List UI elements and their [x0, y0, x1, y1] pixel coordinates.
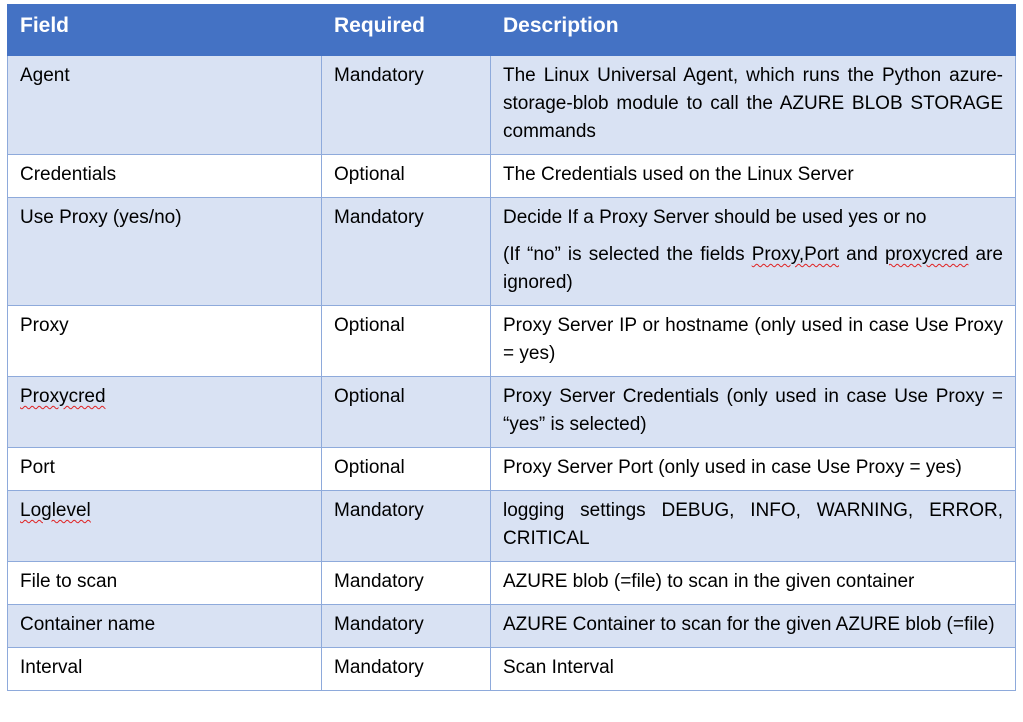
required-cell: Mandatory [321, 647, 491, 691]
required-cell: Mandatory [321, 490, 491, 562]
required-cell: Optional [321, 154, 491, 198]
field-cell: Port [7, 447, 322, 491]
required-cell: Mandatory [321, 55, 491, 155]
field-cell: Proxycred [7, 376, 322, 448]
description-cell: AZURE Container to scan for the given AZ… [490, 604, 1016, 648]
table-header: Field Required Description [7, 4, 1016, 56]
table-row: Credentials Optional The Credentials use… [7, 154, 1016, 198]
table-row: Use Proxy (yes/no) Mandatory Decide If a… [7, 197, 1016, 306]
description-cell: Scan Interval [490, 647, 1016, 691]
description-cell: Proxy Server IP or hostname (only used i… [490, 305, 1016, 377]
required-cell: Optional [321, 305, 491, 377]
required-cell: Mandatory [321, 604, 491, 648]
description-cell: The Linux Universal Agent, which runs th… [490, 55, 1016, 155]
field-cell: Container name [7, 604, 322, 648]
description-text: Decide If a Proxy Server should be used … [503, 207, 927, 228]
field-cell: Proxy [7, 305, 322, 377]
field-cell: Use Proxy (yes/no) [7, 197, 322, 306]
table-row: Agent Mandatory The Linux Universal Agen… [7, 55, 1016, 155]
field-cell: Credentials [7, 154, 322, 198]
description-cell: Proxy Server Port (only used in case Use… [490, 447, 1016, 491]
header-field: Field [7, 4, 322, 56]
spellcheck-flag: Proxy,Port [751, 244, 839, 265]
spellcheck-flag: Proxycred [20, 386, 106, 407]
description-cell: The Credentials used on the Linux Server [490, 154, 1016, 198]
required-cell: Optional [321, 447, 491, 491]
table-row: Proxy Optional Proxy Server IP or hostna… [7, 305, 1016, 377]
note-prefix: (If “no” is selected the fields [503, 244, 752, 265]
table-row: Loglevel Mandatory logging settings DEBU… [7, 490, 1016, 562]
field-cell: File to scan [7, 561, 322, 605]
description-note: (If “no” is selected the fields Proxy,Po… [503, 241, 1003, 297]
field-cell: Agent [7, 55, 322, 155]
table-row: Port Optional Proxy Server Port (only us… [7, 447, 1016, 491]
table-body: Agent Mandatory The Linux Universal Agen… [7, 55, 1016, 691]
field-cell: Interval [7, 647, 322, 691]
header-row: Field Required Description [7, 4, 1016, 56]
spellcheck-flag: Loglevel [20, 500, 91, 521]
description-cell: Decide If a Proxy Server should be used … [490, 197, 1016, 306]
description-cell: logging settings DEBUG, INFO, WARNING, E… [490, 490, 1016, 562]
required-cell: Mandatory [321, 197, 491, 306]
note-mid: and [839, 244, 885, 265]
description-cell: Proxy Server Credentials (only used in c… [490, 376, 1016, 448]
table-row: Proxycred Optional Proxy Server Credenti… [7, 376, 1016, 448]
required-cell: Mandatory [321, 561, 491, 605]
table-row: File to scan Mandatory AZURE blob (=file… [7, 561, 1016, 605]
table-row: Interval Mandatory Scan Interval [7, 647, 1016, 691]
field-cell: Loglevel [7, 490, 322, 562]
description-cell: AZURE blob (=file) to scan in the given … [490, 561, 1016, 605]
required-cell: Optional [321, 376, 491, 448]
parameter-table: Field Required Description Agent Mandato… [7, 4, 1016, 691]
table-row: Container name Mandatory AZURE Container… [7, 604, 1016, 648]
header-description: Description [490, 4, 1016, 56]
spellcheck-flag: proxycred [884, 244, 969, 265]
header-required: Required [321, 4, 491, 56]
